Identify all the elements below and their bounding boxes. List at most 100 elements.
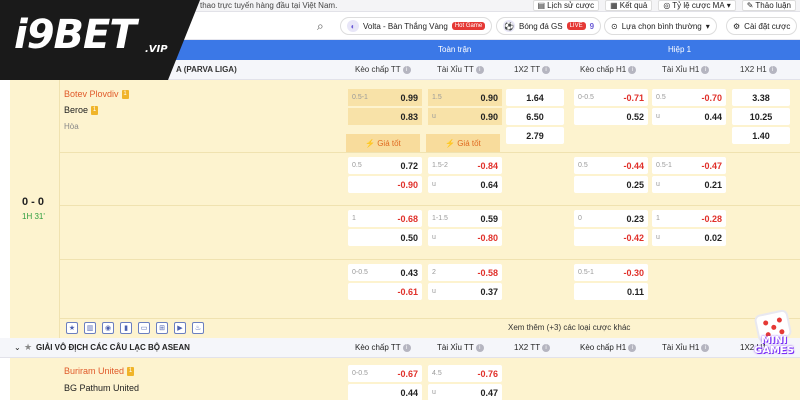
row-divider	[60, 205, 800, 206]
discussion-link[interactable]: ✎ Thảo luận	[741, 0, 796, 11]
col-ou-tt: Tài Xỉu TT i	[437, 343, 484, 352]
star-icon[interactable]: ★	[66, 322, 78, 334]
odds-cell[interactable]: 1.5 0.90	[428, 89, 502, 106]
odds-cell[interactable]: u 0.47	[428, 384, 502, 400]
odds-cell[interactable]: 4.5 -0.76	[428, 365, 502, 382]
odds-value: -0.47	[701, 160, 722, 171]
odds-1x2-cell[interactable]: 2.79	[506, 127, 564, 144]
tv-icon[interactable]: ▭	[138, 322, 150, 334]
odds-cell[interactable]: 0-0.5 -0.71	[574, 89, 648, 106]
live-count: 9	[589, 21, 595, 31]
search-icon[interactable]: ⌕	[317, 19, 331, 33]
odds-cell[interactable]: 0.25	[574, 176, 648, 193]
odds-1x2-cell[interactable]: 1.40	[732, 127, 790, 144]
league-title-partial: A (PARVA LIGA)	[176, 65, 237, 74]
handicap-line: u	[656, 113, 660, 120]
info-icon[interactable]: i	[768, 65, 777, 74]
odds-cell[interactable]: 1 -0.68	[348, 210, 422, 227]
odds-cell[interactable]: 0.44	[348, 384, 422, 400]
odds-cell[interactable]: 0.52	[574, 108, 648, 125]
bet-history-link[interactable]: ▤ Lịch sử cược	[532, 0, 600, 11]
yellow-card-icon: 1	[127, 367, 135, 377]
odds-cell[interactable]: 1 -0.28	[652, 210, 726, 227]
odds-cell[interactable]: -0.90	[348, 176, 422, 193]
odds-cell[interactable]: 0.5-1 -0.30	[574, 264, 648, 281]
grid-icon[interactable]: ⊞	[156, 322, 168, 334]
odds-1x2-cell[interactable]: 10.25	[732, 108, 790, 125]
fire-icon[interactable]: ♨	[192, 322, 204, 334]
more-bets-link[interactable]: Xem thêm (+3) các loại cược khác	[508, 323, 630, 332]
odds-type-select[interactable]: ◎ Tỷ lệ cược MA ▾	[658, 0, 736, 11]
stats-icon[interactable]: ▥	[84, 322, 96, 334]
handicap-line: u	[432, 181, 436, 188]
odds-cell[interactable]: 0 0.23	[574, 210, 648, 227]
odds-cell[interactable]: 0.50	[348, 229, 422, 246]
odds-1x2-cell[interactable]: 6.50	[506, 108, 564, 125]
handicap-line: u	[656, 234, 660, 241]
info-icon[interactable]: i	[542, 65, 551, 74]
volta-game-pill[interactable]: ◐ Volta - Bàn Thắng Vàng Hot Game	[340, 17, 493, 35]
odds-cell[interactable]: 0-0.5 0.43	[348, 264, 422, 281]
good-price-badge[interactable]: ⚡ Giá tốt	[426, 134, 500, 152]
odds-cell[interactable]: 0.5 0.72	[348, 157, 422, 174]
odds-cell[interactable]: 1.5-2 -0.84	[428, 157, 502, 174]
results-link[interactable]: ▦ Kết quả	[605, 0, 653, 11]
odds-1x2-cell[interactable]: 1.64	[506, 89, 564, 106]
odds-cell[interactable]: 0.11	[574, 283, 648, 300]
odds-value: 0.11	[626, 286, 644, 297]
odds-cell[interactable]: u 0.64	[428, 176, 502, 193]
odds-cell[interactable]: -0.61	[348, 283, 422, 300]
handicap-line: 0.5	[352, 162, 362, 169]
odds-cell[interactable]: u 0.21	[652, 176, 726, 193]
play-icon[interactable]: ▶	[174, 322, 186, 334]
info-icon[interactable]: i	[542, 343, 551, 352]
chevron-down-icon[interactable]: ⌄	[14, 343, 21, 352]
eye-icon[interactable]: ◉	[102, 322, 114, 334]
handicap-line: 1	[352, 215, 356, 222]
minigames-label: MINI GAMES	[754, 335, 794, 356]
hot-badge: Hot Game	[451, 22, 486, 30]
odds-cell[interactable]: 0.5 -0.70	[652, 89, 726, 106]
sort-select[interactable]: ⊙ Lựa chọn bình thường ▾	[604, 17, 717, 35]
odds-cell[interactable]: 2 -0.58	[428, 264, 502, 281]
odds-cell[interactable]: 0.83	[348, 108, 422, 125]
good-price-badge[interactable]: ⚡ Giá tốt	[346, 134, 420, 152]
info-icon[interactable]: i	[402, 343, 411, 352]
odds-value: -0.84	[477, 160, 498, 171]
odds-cell[interactable]: u -0.80	[428, 229, 502, 246]
odds-1x2-cell[interactable]: 3.38	[732, 89, 790, 106]
info-icon[interactable]: i	[628, 65, 637, 74]
info-icon[interactable]: i	[402, 65, 411, 74]
odds-cell[interactable]: u 0.02	[652, 229, 726, 246]
odds-cell[interactable]: u 0.37	[428, 283, 502, 300]
odds-cell[interactable]: 0.5 -0.44	[574, 157, 648, 174]
brand-logo[interactable]: i9BET .VIP	[0, 0, 200, 80]
info-icon[interactable]: i	[628, 343, 637, 352]
odds-cell[interactable]: 0.5-1 0.99	[348, 89, 422, 106]
info-icon[interactable]: i	[475, 343, 484, 352]
handicap-line: 0-0.5	[352, 269, 368, 276]
odds-value: 0.44	[400, 387, 418, 398]
minigames-widget[interactable]: MINI GAMES	[748, 308, 800, 368]
odds-cell[interactable]: -0.42	[574, 229, 648, 246]
gs-football-pill[interactable]: ⚽ Bóng đá GS LIVE 9	[496, 17, 602, 35]
odds-value: 0.90	[480, 92, 498, 103]
info-icon[interactable]: i	[701, 65, 710, 74]
chart-icon[interactable]: ▮	[120, 322, 132, 334]
star-icon[interactable]: ★	[24, 342, 32, 353]
col-ou-tt: Tài Xỉu TT i	[437, 65, 484, 74]
info-icon[interactable]: i	[701, 343, 710, 352]
info-icon[interactable]: i	[475, 65, 484, 74]
odds-value: 0.83	[400, 111, 418, 122]
handicap-line: 1.5-2	[432, 162, 448, 169]
first-half-header: Hiệp 1	[668, 45, 692, 54]
bet-settings-button[interactable]: ⚙ Cài đặt cược	[726, 17, 798, 35]
odds-cell[interactable]: 0.5-1 -0.47	[652, 157, 726, 174]
odds-cell[interactable]: u 0.90	[428, 108, 502, 125]
league-row[interactable]: ⌄ ★ GIẢI VÔ ĐỊCH CÁC CÂU LẠC BỘ ASEAN Kè…	[0, 338, 800, 358]
odds-cell[interactable]: 0-0.5 -0.67	[348, 365, 422, 382]
odds-cell[interactable]: 1-1.5 0.59	[428, 210, 502, 227]
odds-cell[interactable]: u 0.44	[652, 108, 726, 125]
odds-value: -0.70	[701, 92, 722, 103]
chat-icon: ✎	[746, 0, 754, 10]
